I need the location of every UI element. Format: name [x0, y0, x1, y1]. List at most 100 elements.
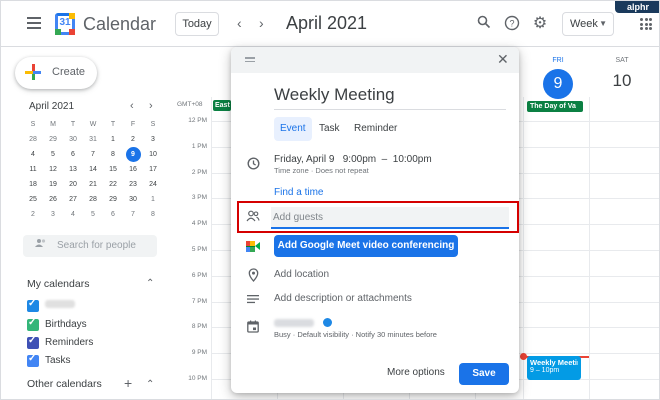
add-description-field[interactable]: Add description or attachments [274, 293, 412, 304]
mini-calendar-day[interactable]: 9 [125, 147, 141, 162]
calendar-event-block[interactable]: Weekly Meetin 9 – 10pm [527, 356, 581, 380]
collapse-chevron-icon[interactable]: ⌃ [146, 379, 154, 390]
hour-label: 1 PM [191, 143, 207, 150]
mini-calendar-day[interactable]: 5 [43, 147, 63, 162]
today-button[interactable]: Today [175, 12, 219, 36]
mini-calendar-day[interactable]: 27 [63, 192, 83, 207]
tab-event[interactable]: Event [274, 117, 312, 141]
availability-settings[interactable]: Busy · Default visibility · Notify 30 mi… [274, 330, 437, 339]
mini-calendar-day[interactable]: 25 [23, 192, 43, 207]
mini-calendar-day[interactable]: 8 [143, 207, 163, 222]
tab-task[interactable]: Task [313, 117, 346, 141]
add-location-field[interactable]: Add location [274, 269, 329, 280]
event-title-field[interactable]: Weekly Meeting [274, 85, 395, 105]
allday-event-chip[interactable]: East [213, 100, 231, 111]
main-menu-icon[interactable] [27, 17, 41, 29]
mini-calendar-day[interactable]: 13 [63, 162, 83, 177]
checkbox-checked-icon[interactable] [27, 298, 39, 312]
mini-calendar-day[interactable]: 28 [23, 132, 43, 147]
create-button[interactable]: Create [15, 57, 97, 89]
weekday-header: W [89, 121, 97, 128]
mini-calendar-day[interactable]: 1 [143, 192, 163, 207]
mini-calendar-day[interactable]: 19 [43, 177, 63, 192]
collapse-chevron-icon[interactable]: ⌃ [146, 278, 154, 289]
event-block-title: Weekly Meetin [530, 358, 578, 367]
hour-label: 2 PM [191, 169, 207, 176]
mini-calendar-day[interactable]: 24 [143, 177, 163, 192]
apps-grid-icon[interactable] [640, 18, 652, 30]
hour-label: 5 PM [191, 246, 207, 253]
calendar-list-item[interactable]: Birthdays [27, 317, 147, 332]
checkbox-checked-icon[interactable] [27, 317, 39, 331]
calendar-window: 31 Calendar Today ‹ › April 2021 ? ⚙ Wee… [0, 0, 660, 400]
calendar-list-item[interactable]: Tasks [27, 353, 147, 368]
mini-calendar-day[interactable]: 29 [103, 192, 123, 207]
mini-calendar-day[interactable]: 6 [103, 207, 123, 222]
mini-calendar-day[interactable]: 2 [23, 207, 43, 222]
mini-calendar-day[interactable]: 28 [83, 192, 103, 207]
mini-calendar-day[interactable]: 17 [143, 162, 163, 177]
checkbox-checked-icon[interactable] [27, 335, 39, 349]
find-a-time-link[interactable]: Find a time [274, 187, 323, 198]
add-calendar-icon[interactable]: + [124, 375, 132, 391]
mini-calendar-day[interactable]: 18 [23, 177, 43, 192]
mini-calendar-day[interactable]: 4 [63, 207, 83, 222]
close-icon[interactable]: ✕ [497, 51, 509, 68]
mini-calendar-day[interactable]: 7 [83, 147, 103, 162]
event-datetime-sub[interactable]: Time zone · Does not repeat [274, 166, 369, 175]
mini-calendar-day[interactable]: 12 [43, 162, 63, 177]
mini-calendar-day[interactable]: 11 [23, 162, 43, 177]
calendar-owner-name[interactable] [274, 319, 314, 327]
day-number-sat[interactable]: 10 [607, 71, 637, 91]
settings-icon[interactable]: ⚙ [531, 15, 549, 33]
save-button[interactable]: Save [459, 363, 509, 385]
mini-calendar-day[interactable]: 1 [103, 132, 123, 147]
mini-calendar-day[interactable]: 16 [123, 162, 143, 177]
mini-calendar-day[interactable]: 3 [43, 207, 63, 222]
next-period-icon[interactable]: › [259, 15, 264, 31]
mini-calendar-day[interactable]: 7 [123, 207, 143, 222]
add-guests-input[interactable] [271, 207, 509, 229]
mini-calendar-day[interactable]: 2 [123, 132, 143, 147]
calendar-color-dot[interactable] [323, 318, 332, 327]
mini-calendar-day[interactable]: 31 [83, 132, 103, 147]
calendar-list-item[interactable]: Reminders [27, 335, 147, 350]
view-select[interactable]: Week ▼ [562, 12, 614, 36]
mini-calendar-day[interactable]: 5 [83, 207, 103, 222]
event-datetime[interactable]: Friday, April 9 9:00pm – 10:00pm [274, 154, 432, 165]
calendar-list-item[interactable] [27, 298, 147, 313]
mini-calendar-day[interactable]: 23 [123, 177, 143, 192]
checkbox-checked-icon[interactable] [27, 353, 39, 367]
search-people-input[interactable]: Search for people [23, 235, 157, 257]
day-number-fri[interactable]: 9 [543, 69, 573, 99]
help-icon[interactable]: ? [503, 15, 521, 33]
prev-period-icon[interactable]: ‹ [237, 15, 242, 31]
other-calendars-title[interactable]: Other calendars [27, 378, 102, 390]
mini-next-icon[interactable]: › [149, 100, 153, 112]
mini-calendar-day[interactable]: 8 [103, 147, 123, 162]
mini-calendar-title: April 2021 [29, 101, 75, 112]
mini-calendar-day[interactable]: 21 [83, 177, 103, 192]
mini-calendar-day[interactable]: 3 [143, 132, 163, 147]
more-options-button[interactable]: More options [387, 367, 445, 378]
mini-calendar-day[interactable]: 29 [43, 132, 63, 147]
drag-handle-icon[interactable] [245, 57, 255, 64]
mini-calendar-day[interactable]: 30 [63, 132, 83, 147]
mini-calendar-day[interactable]: 26 [43, 192, 63, 207]
dialog-header[interactable]: ✕ [231, 47, 519, 73]
search-icon[interactable] [475, 15, 493, 33]
mini-calendar-day[interactable]: 15 [103, 162, 123, 177]
mini-calendar-day[interactable]: 10 [143, 147, 163, 162]
mini-prev-icon[interactable]: ‹ [130, 100, 134, 112]
add-meet-conferencing-button[interactable]: Add Google Meet video conferencing [274, 235, 458, 257]
my-calendars-title[interactable]: My calendars [27, 278, 89, 290]
mini-calendar-day[interactable]: 30 [123, 192, 143, 207]
mini-calendar-day[interactable]: 14 [83, 162, 103, 177]
calendar-owner-icon [246, 320, 260, 334]
tab-reminder[interactable]: Reminder [348, 117, 403, 141]
mini-calendar-day[interactable]: 22 [103, 177, 123, 192]
mini-calendar-day[interactable]: 20 [63, 177, 83, 192]
mini-calendar-day[interactable]: 4 [23, 147, 43, 162]
mini-calendar-day[interactable]: 6 [63, 147, 83, 162]
allday-event-chip[interactable]: The Day of Va [527, 101, 583, 112]
